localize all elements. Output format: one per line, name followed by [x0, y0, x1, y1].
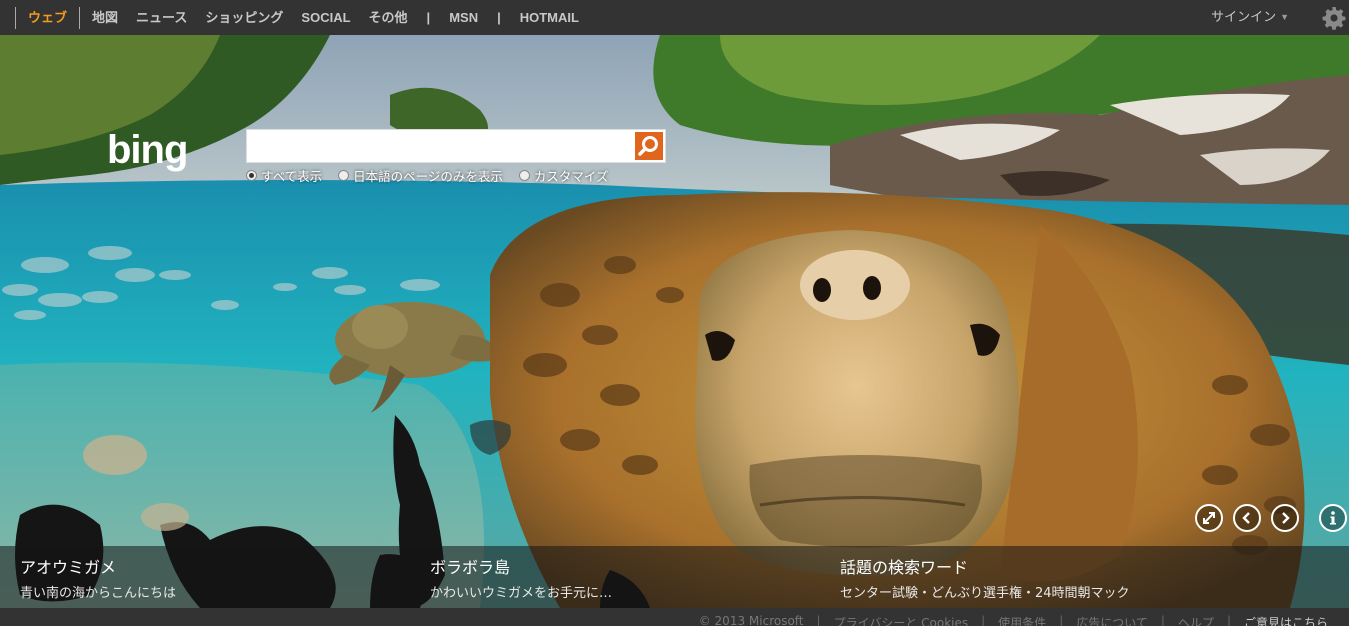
nav-item-hotmail[interactable]: HOTMAIL [511, 0, 588, 35]
sea-turtle-photo [0, 35, 1349, 608]
hotspot-subtitle: 青い南の海からこんにちは [20, 586, 177, 601]
radio-unselected[interactable] [338, 170, 350, 181]
footer-link-feedback[interactable]: ご意見はこちら [1237, 614, 1335, 626]
search-input[interactable] [247, 130, 633, 162]
hotspot-title: ボラボラ島 [430, 558, 511, 577]
footer-link-terms[interactable]: 使用条件 [991, 614, 1053, 626]
hotspot-item[interactable]: アオウミガメ 青い南の海からこんにちは [20, 554, 176, 601]
search-box [246, 129, 666, 163]
previous-icon [1242, 512, 1250, 524]
scope-japanese-label: 日本語のページのみを表示 [353, 169, 503, 184]
top-navigation-bar: ウェブ 地図 ニュース ショッピング SOCIAL その他 | MSN | HO… [0, 0, 1349, 35]
chevron-down-icon: ▼ [1280, 12, 1289, 22]
expand-icon [1203, 512, 1215, 524]
nav-divider [79, 6, 81, 29]
footer-links: © 2013 Microsoft | プライバシーと Cookies | 使用条… [692, 614, 1335, 626]
nav-item-msn[interactable]: MSN [440, 0, 487, 35]
next-icon [1282, 512, 1290, 524]
nav-item-maps[interactable]: 地図 [83, 0, 127, 35]
footer-separator: | [981, 614, 986, 626]
hotspot-item[interactable]: ボラボラ島 かわいいウミガメをお手元に… [430, 554, 612, 601]
nav-item-social[interactable]: SOCIAL [292, 0, 359, 35]
scope-customize-label: カスタマイズ [533, 169, 609, 184]
nav-item-web[interactable]: ウェブ [19, 0, 76, 35]
previous-image-button[interactable] [1233, 504, 1261, 532]
info-icon [1330, 511, 1336, 525]
search-icon [638, 136, 658, 156]
footer-copyright: © 2013 Microsoft [698, 614, 804, 626]
nav-separator: | [497, 10, 501, 25]
next-image-button[interactable] [1271, 504, 1299, 532]
radio-unselected[interactable] [518, 170, 530, 181]
bing-logo-text: bing [107, 128, 187, 172]
nav-item-shopping[interactable]: ショッピング [196, 0, 292, 35]
footer-separator: | [816, 614, 821, 626]
hotspot-strip: アオウミガメ 青い南の海からこんにちは ボラボラ島 かわいいウミガメをお手元に…… [0, 546, 1349, 608]
signin-button[interactable]: サインイン ▼ [1211, 0, 1289, 34]
homepage-background-image: bing すべて表示 日本語のページのみを表示 カスタマイズ アオウミガメ 青い… [0, 35, 1349, 608]
scope-all-label: すべて表示 [261, 169, 323, 184]
hotspot-item[interactable]: 話題の検索ワード センター試験・どんぶり選手権・24時間朝マック [840, 554, 1130, 601]
footer-separator: | [1160, 614, 1165, 626]
image-info-button[interactable] [1319, 504, 1347, 532]
footer-link-advertise[interactable]: 広告について [1069, 614, 1155, 626]
hotspot-title: アオウミガメ [20, 558, 117, 577]
footer: © 2013 Microsoft | プライバシーと Cookies | 使用条… [0, 608, 1349, 626]
hotspot-title: 話題の検索ワード [840, 558, 969, 577]
search-button[interactable] [635, 132, 663, 160]
scope-customize[interactable]: カスタマイズ [518, 166, 609, 185]
hotspot-subtitle: かわいいウミガメをお手元に… [430, 586, 613, 601]
nav-separator: | [426, 10, 431, 25]
nav-item-news[interactable]: ニュース [127, 0, 196, 35]
search-scope-options: すべて表示 日本語のページのみを表示 カスタマイズ [246, 166, 609, 185]
nav-menu: ウェブ 地図 ニュース ショッピング SOCIAL その他 | MSN | HO… [0, 0, 588, 35]
hotspot-subtitle: センター試験・どんぶり選手権・24時間朝マック [840, 586, 1130, 601]
footer-separator: | [1226, 614, 1231, 626]
bing-logo[interactable]: bing [107, 127, 237, 177]
gear-icon[interactable] [1322, 6, 1346, 30]
footer-link-help[interactable]: ヘルプ [1171, 614, 1221, 626]
image-controls [1195, 504, 1347, 532]
nav-divider [15, 6, 16, 29]
scope-all[interactable]: すべて表示 [246, 166, 322, 185]
nav-item-more[interactable]: その他 [360, 0, 417, 35]
footer-link-privacy[interactable]: プライバシーと Cookies [827, 614, 976, 626]
expand-button[interactable] [1195, 504, 1223, 532]
footer-separator: | [1059, 614, 1064, 626]
scope-japanese-only[interactable]: 日本語のページのみを表示 [338, 166, 503, 185]
radio-selected[interactable] [246, 170, 257, 181]
signin-label: サインイン [1211, 9, 1277, 24]
